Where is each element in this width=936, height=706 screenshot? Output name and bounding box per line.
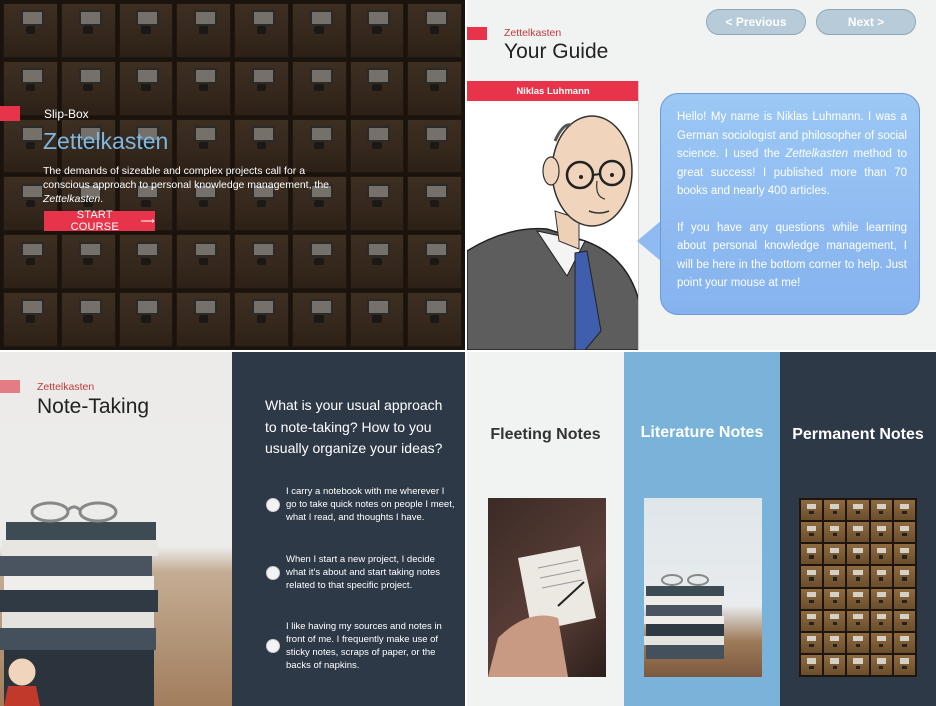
start-course-label: START COURSE — [70, 209, 119, 233]
note-types-slide: Fleeting Notes Literature Notes Permanen… — [467, 352, 936, 706]
books-photo — [644, 498, 762, 677]
card-catalog-photo — [799, 498, 917, 677]
hero-title: Zettelkasten — [43, 128, 169, 154]
guide-speech-bubble: Hello! My name is Niklas Luhmann. I was … — [660, 93, 920, 315]
start-course-button[interactable]: START COURSE ⟶ — [44, 209, 155, 233]
guide-title: Your Guide — [504, 40, 609, 63]
answer-option-1[interactable]: I carry a notebook with me wherever I go… — [266, 485, 456, 524]
speech-bubble-tail — [637, 220, 662, 262]
previous-button[interactable]: < Previous — [706, 9, 806, 35]
note-taking-eyebrow: Zettelkasten — [37, 381, 95, 393]
luhmann-illustration — [467, 115, 638, 350]
accent-marker — [467, 27, 487, 40]
hero-slide: Slip-Box Zettelkasten The demands of siz… — [0, 0, 465, 350]
card-title: Permanent Notes — [792, 426, 924, 443]
answer-label: When I start a new project, I decide wha… — [286, 554, 441, 591]
bubble-paragraph-2: If you have any questions while learning… — [677, 221, 907, 290]
luhmann-portrait: Niklas Luhmann — [467, 81, 639, 350]
answer-label: I carry a notebook with me wherever I go… — [286, 486, 455, 523]
writing-photo — [488, 498, 606, 677]
answer-option-2[interactable]: When I start a new project, I decide wha… — [266, 553, 456, 592]
guide-name-label: Niklas Luhmann — [467, 81, 638, 101]
note-taking-slide: Zettelkasten Note-Taking What is your us… — [0, 352, 465, 706]
radio-button[interactable] — [266, 565, 280, 580]
answer-option-3[interactable]: I like having my sources and notes in fr… — [266, 620, 456, 672]
permanent-notes-card[interactable]: Permanent Notes — [780, 352, 936, 706]
fleeting-notes-card[interactable]: Fleeting Notes — [467, 352, 624, 706]
literature-notes-card[interactable]: Literature Notes — [624, 352, 780, 706]
guide-eyebrow: Zettelkasten — [504, 27, 562, 39]
question-panel: What is your usual approach to note-taki… — [232, 352, 465, 706]
hero-description: The demands of sizeable and complex proj… — [43, 165, 330, 205]
notebook-illustration — [488, 546, 596, 677]
accent-marker — [0, 106, 20, 121]
accent-marker — [0, 380, 20, 393]
bubble-paragraph-1: Hello! My name is Niklas Luhmann. I was … — [677, 111, 907, 197]
radio-button[interactable] — [266, 497, 280, 512]
card-title: Fleeting Notes — [490, 426, 601, 443]
guide-slide: Zettelkasten Your Guide < Previous Next … — [467, 0, 936, 350]
arrow-right-icon: ⟶ — [140, 215, 155, 227]
book-stack-illustration — [644, 574, 724, 659]
note-taking-title: Note-Taking — [37, 395, 150, 418]
radio-button[interactable] — [266, 639, 280, 653]
survey-question: What is your usual approach to note-taki… — [265, 397, 443, 456]
next-button[interactable]: Next > — [816, 9, 916, 35]
answer-label: I like having my sources and notes in fr… — [286, 621, 442, 671]
card-title: Literature Notes — [640, 424, 764, 441]
hero-eyebrow: Slip-Box — [44, 107, 89, 121]
